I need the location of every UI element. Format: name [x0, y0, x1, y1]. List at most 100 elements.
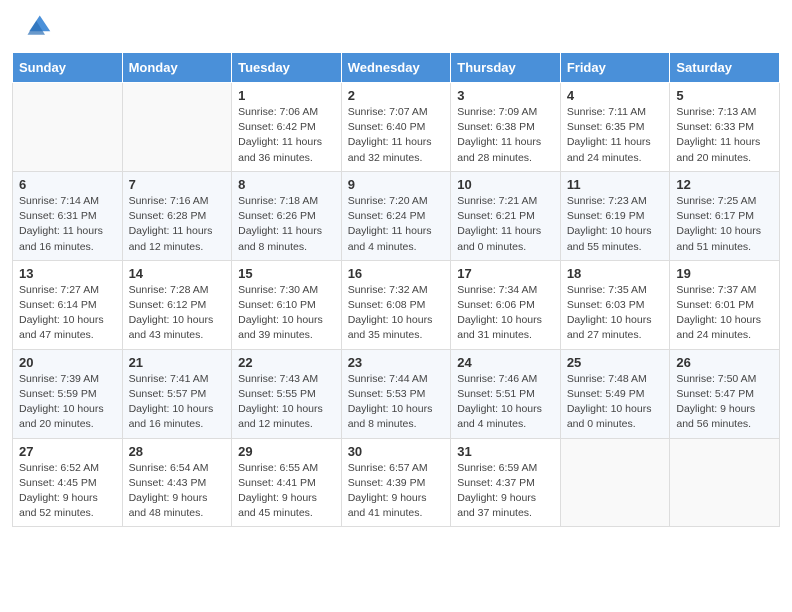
calendar-cell: 18 Sunrise: 7:35 AM Sunset: 6:03 PM Dayli…: [560, 260, 670, 349]
day-info: Sunrise: 7:35 AM Sunset: 6:03 PM Dayligh…: [567, 283, 664, 344]
day-info: Sunrise: 7:18 AM Sunset: 6:26 PM Dayligh…: [238, 194, 335, 255]
day-number: 30: [348, 444, 445, 459]
day-info: Sunrise: 7:32 AM Sunset: 6:08 PM Dayligh…: [348, 283, 445, 344]
calendar-cell: 12 Sunrise: 7:25 AM Sunset: 6:17 PM Dayli…: [670, 171, 780, 260]
day-number: 27: [19, 444, 116, 459]
day-number: 25: [567, 355, 664, 370]
day-info: Sunrise: 7:14 AM Sunset: 6:31 PM Dayligh…: [19, 194, 116, 255]
day-info: Sunrise: 7:39 AM Sunset: 5:59 PM Dayligh…: [19, 372, 116, 433]
calendar-cell: 4 Sunrise: 7:11 AM Sunset: 6:35 PM Daylig…: [560, 83, 670, 172]
day-info: Sunrise: 6:54 AM Sunset: 4:43 PM Dayligh…: [129, 461, 226, 522]
week-row-1: 1 Sunrise: 7:06 AM Sunset: 6:42 PM Daylig…: [13, 83, 780, 172]
day-info: Sunrise: 7:30 AM Sunset: 6:10 PM Dayligh…: [238, 283, 335, 344]
day-number: 23: [348, 355, 445, 370]
day-info: Sunrise: 7:23 AM Sunset: 6:19 PM Dayligh…: [567, 194, 664, 255]
calendar-cell: 10 Sunrise: 7:21 AM Sunset: 6:21 PM Dayli…: [451, 171, 561, 260]
calendar-cell: [13, 83, 123, 172]
calendar-cell: 19 Sunrise: 7:37 AM Sunset: 6:01 PM Dayli…: [670, 260, 780, 349]
calendar-table: SundayMondayTuesdayWednesdayThursdayFrid…: [12, 52, 780, 527]
day-info: Sunrise: 7:37 AM Sunset: 6:01 PM Dayligh…: [676, 283, 773, 344]
day-info: Sunrise: 7:50 AM Sunset: 5:47 PM Dayligh…: [676, 372, 773, 433]
page-header: [0, 0, 792, 52]
day-info: Sunrise: 7:21 AM Sunset: 6:21 PM Dayligh…: [457, 194, 554, 255]
day-info: Sunrise: 6:55 AM Sunset: 4:41 PM Dayligh…: [238, 461, 335, 522]
calendar-wrap: SundayMondayTuesdayWednesdayThursdayFrid…: [0, 52, 792, 539]
day-info: Sunrise: 7:44 AM Sunset: 5:53 PM Dayligh…: [348, 372, 445, 433]
day-info: Sunrise: 7:46 AM Sunset: 5:51 PM Dayligh…: [457, 372, 554, 433]
day-number: 15: [238, 266, 335, 281]
weekday-header-monday: Monday: [122, 53, 232, 83]
day-number: 10: [457, 177, 554, 192]
calendar-cell: 24 Sunrise: 7:46 AM Sunset: 5:51 PM Dayli…: [451, 349, 561, 438]
calendar-cell: 2 Sunrise: 7:07 AM Sunset: 6:40 PM Daylig…: [341, 83, 451, 172]
day-number: 26: [676, 355, 773, 370]
day-info: Sunrise: 7:06 AM Sunset: 6:42 PM Dayligh…: [238, 105, 335, 166]
week-row-3: 13 Sunrise: 7:27 AM Sunset: 6:14 PM Dayli…: [13, 260, 780, 349]
calendar-cell: 22 Sunrise: 7:43 AM Sunset: 5:55 PM Dayli…: [232, 349, 342, 438]
calendar-cell: 29 Sunrise: 6:55 AM Sunset: 4:41 PM Dayli…: [232, 438, 342, 527]
day-number: 22: [238, 355, 335, 370]
calendar-cell: [560, 438, 670, 527]
calendar-cell: 9Sunrise: 7:20 AM Sunset: 6:24 PM Daylig…: [341, 171, 451, 260]
day-info: Sunrise: 7:07 AM Sunset: 6:40 PM Dayligh…: [348, 105, 445, 166]
day-number: 28: [129, 444, 226, 459]
day-number: 17: [457, 266, 554, 281]
day-info: Sunrise: 6:59 AM Sunset: 4:37 PM Dayligh…: [457, 461, 554, 522]
day-info: Sunrise: 7:16 AM Sunset: 6:28 PM Dayligh…: [129, 194, 226, 255]
calendar-cell: 5 Sunrise: 7:13 AM Sunset: 6:33 PM Daylig…: [670, 83, 780, 172]
day-info: Sunrise: 6:52 AM Sunset: 4:45 PM Dayligh…: [19, 461, 116, 522]
calendar-cell: 13 Sunrise: 7:27 AM Sunset: 6:14 PM Dayli…: [13, 260, 123, 349]
calendar-cell: 14 Sunrise: 7:28 AM Sunset: 6:12 PM Dayli…: [122, 260, 232, 349]
day-number: 19: [676, 266, 773, 281]
day-number: 24: [457, 355, 554, 370]
day-number: 13: [19, 266, 116, 281]
day-info: Sunrise: 7:09 AM Sunset: 6:38 PM Dayligh…: [457, 105, 554, 166]
logo-icon: [24, 12, 52, 40]
day-number: 1: [238, 88, 335, 103]
day-number: 31: [457, 444, 554, 459]
weekday-header-sunday: Sunday: [13, 53, 123, 83]
day-info: Sunrise: 7:34 AM Sunset: 6:06 PM Dayligh…: [457, 283, 554, 344]
day-number: 7: [129, 177, 226, 192]
calendar-cell: 21Sunrise: 7:41 AM Sunset: 5:57 PM Dayli…: [122, 349, 232, 438]
day-info: Sunrise: 7:27 AM Sunset: 6:14 PM Dayligh…: [19, 283, 116, 344]
day-info: Sunrise: 7:13 AM Sunset: 6:33 PM Dayligh…: [676, 105, 773, 166]
day-info: Sunrise: 7:25 AM Sunset: 6:17 PM Dayligh…: [676, 194, 773, 255]
logo: [24, 16, 56, 44]
calendar-cell: 15 Sunrise: 7:30 AM Sunset: 6:10 PM Dayli…: [232, 260, 342, 349]
weekday-header-saturday: Saturday: [670, 53, 780, 83]
day-info: Sunrise: 7:11 AM Sunset: 6:35 PM Dayligh…: [567, 105, 664, 166]
day-number: 8: [238, 177, 335, 192]
week-row-2: 6 Sunrise: 7:14 AM Sunset: 6:31 PM Daylig…: [13, 171, 780, 260]
calendar-cell: 27 Sunrise: 6:52 AM Sunset: 4:45 PM Dayli…: [13, 438, 123, 527]
day-number: 6: [19, 177, 116, 192]
calendar-cell: 26 Sunrise: 7:50 AM Sunset: 5:47 PM Dayli…: [670, 349, 780, 438]
calendar-cell: 31 Sunrise: 6:59 AM Sunset: 4:37 PM Dayli…: [451, 438, 561, 527]
calendar-cell: [670, 438, 780, 527]
week-row-4: 20Sunrise: 7:39 AM Sunset: 5:59 PM Dayli…: [13, 349, 780, 438]
day-number: 9: [348, 177, 445, 192]
day-info: Sunrise: 7:28 AM Sunset: 6:12 PM Dayligh…: [129, 283, 226, 344]
weekday-header-tuesday: Tuesday: [232, 53, 342, 83]
calendar-cell: 6 Sunrise: 7:14 AM Sunset: 6:31 PM Daylig…: [13, 171, 123, 260]
calendar-cell: 23 Sunrise: 7:44 AM Sunset: 5:53 PM Dayli…: [341, 349, 451, 438]
calendar-cell: 25Sunrise: 7:48 AM Sunset: 5:49 PM Dayli…: [560, 349, 670, 438]
weekday-header-wednesday: Wednesday: [341, 53, 451, 83]
day-number: 2: [348, 88, 445, 103]
day-number: 4: [567, 88, 664, 103]
weekday-header-thursday: Thursday: [451, 53, 561, 83]
calendar-cell: 17 Sunrise: 7:34 AM Sunset: 6:06 PM Dayli…: [451, 260, 561, 349]
calendar-cell: 28 Sunrise: 6:54 AM Sunset: 4:43 PM Dayli…: [122, 438, 232, 527]
day-number: 12: [676, 177, 773, 192]
day-number: 11: [567, 177, 664, 192]
day-number: 14: [129, 266, 226, 281]
calendar-cell: 16 Sunrise: 7:32 AM Sunset: 6:08 PM Dayli…: [341, 260, 451, 349]
day-info: Sunrise: 7:43 AM Sunset: 5:55 PM Dayligh…: [238, 372, 335, 433]
day-info: Sunrise: 6:57 AM Sunset: 4:39 PM Dayligh…: [348, 461, 445, 522]
day-number: 16: [348, 266, 445, 281]
day-number: 29: [238, 444, 335, 459]
day-number: 21: [129, 355, 226, 370]
weekday-header-friday: Friday: [560, 53, 670, 83]
day-number: 5: [676, 88, 773, 103]
day-number: 18: [567, 266, 664, 281]
